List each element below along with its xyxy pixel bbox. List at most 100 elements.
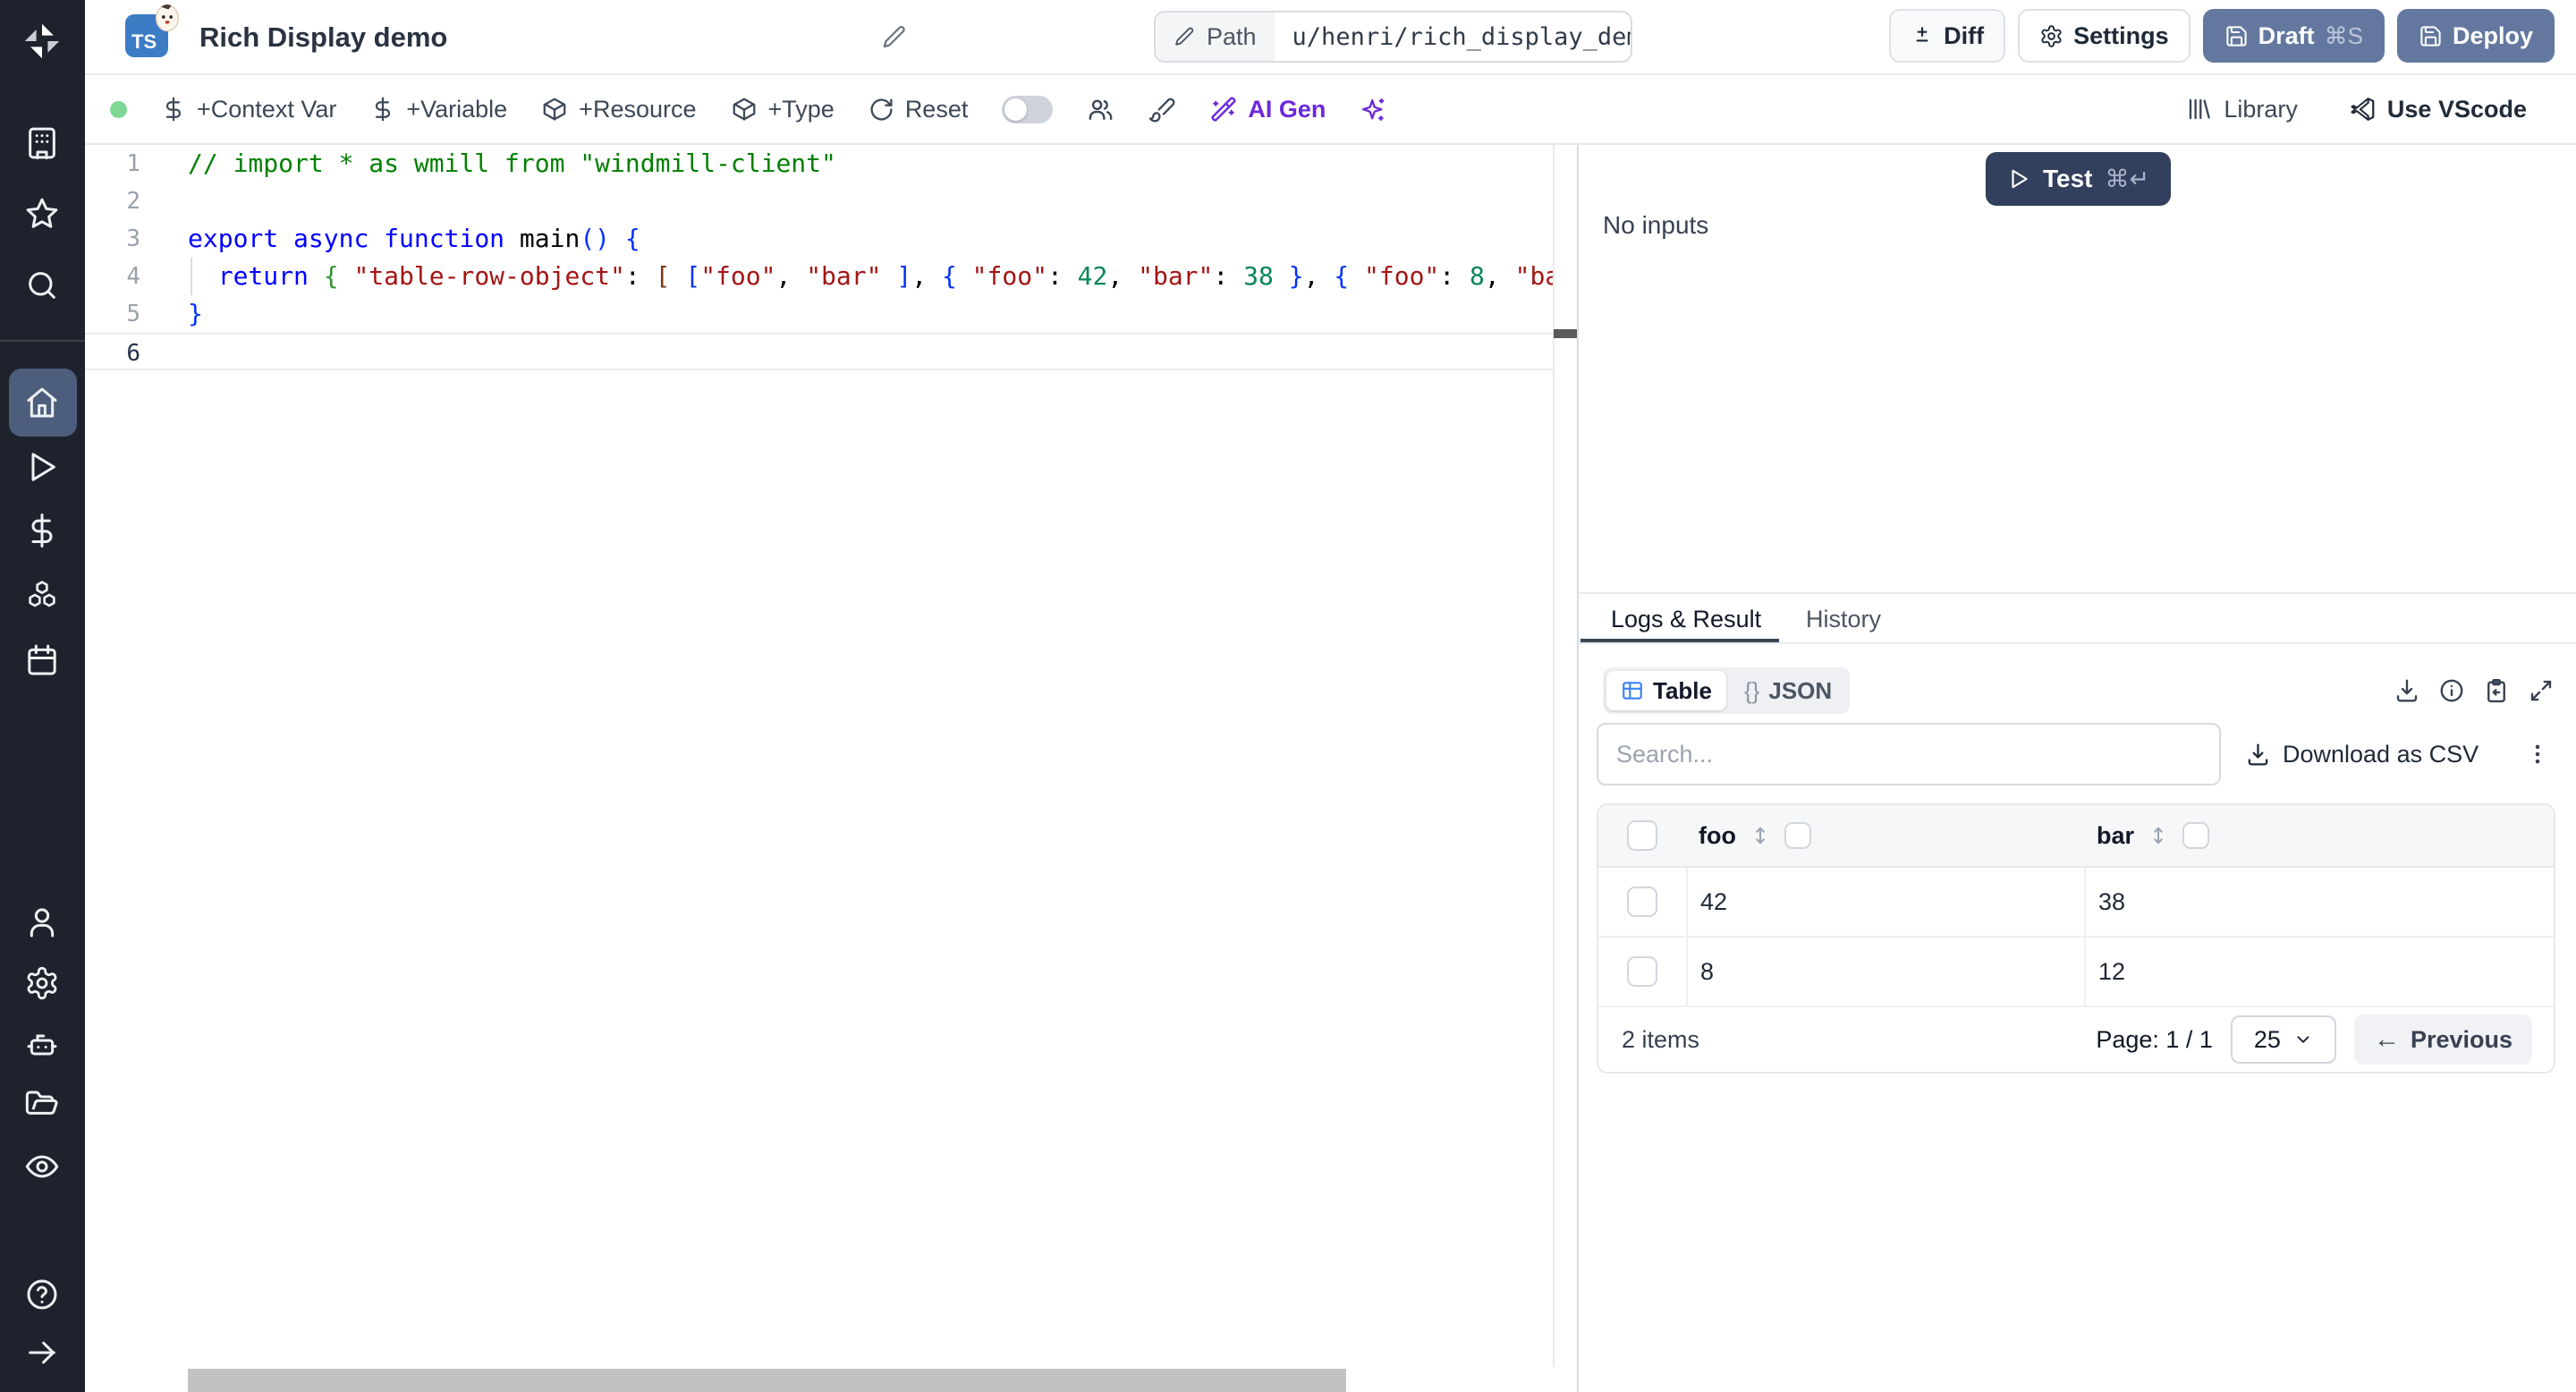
toggle-knob	[1004, 98, 1027, 121]
more-options-kebab[interactable]	[2524, 723, 2551, 785]
users-icon[interactable]	[1087, 96, 1114, 123]
column-header-foo[interactable]: foo	[1686, 805, 2084, 866]
sort-icon[interactable]	[2147, 824, 2170, 847]
column-header-bar[interactable]: bar	[2084, 805, 2554, 866]
view-toggle-table[interactable]: Table	[1606, 671, 1726, 710]
draft-shortcut: ⌘S	[2325, 22, 2363, 50]
user-icon[interactable]	[22, 903, 62, 942]
info-icon[interactable]	[2438, 677, 2465, 704]
row-checkbox[interactable]	[1627, 956, 1657, 987]
table-row: 4238	[1598, 868, 2554, 938]
use-vscode-button[interactable]: Use VScode	[2350, 96, 2527, 123]
deploy-button[interactable]: Deploy	[2397, 9, 2555, 63]
copy-clipboard-icon[interactable]	[2483, 677, 2510, 704]
vscode-icon	[2350, 96, 2377, 123]
sparkles-icon[interactable]	[1360, 96, 1387, 123]
code-line[interactable]: 4 return { "table-row-object": [ ["foo",…	[85, 258, 1553, 295]
settings-gear-icon[interactable]	[22, 963, 62, 1003]
sidebar	[0, 0, 85, 1392]
line-number: 2	[85, 182, 140, 220]
diff-button[interactable]: Diff	[1889, 9, 2005, 63]
settings-button[interactable]: Settings	[2018, 9, 2190, 63]
horizontal-scrollbar[interactable]	[188, 1369, 1346, 1392]
overview-cursor-mark	[1554, 329, 1577, 338]
previous-page-button[interactable]: ← Previous	[2354, 1014, 2532, 1065]
format-brush-icon[interactable]	[1148, 96, 1176, 123]
add-context-var-button[interactable]: +Context Var	[161, 96, 336, 123]
page-title: Rich Display demo	[199, 0, 447, 75]
path-pencil-icon	[1174, 26, 1196, 48]
help-icon[interactable]	[22, 1275, 62, 1314]
audit-eye-icon[interactable]	[22, 1147, 62, 1186]
column-visibility-checkbox[interactable]	[2182, 822, 2209, 849]
library-icon	[2186, 96, 2213, 123]
code-line[interactable]: 3export async function main() {	[85, 220, 1553, 258]
typescript-badge-label: TS	[131, 30, 157, 54]
edit-title-pencil-icon[interactable]	[881, 24, 908, 51]
code-line[interactable]: 2	[85, 182, 1553, 220]
page-size-select[interactable]: 25	[2231, 1015, 2336, 1064]
code-editor[interactable]: 1// import * as wmill from "windmill-cli…	[85, 145, 1577, 1392]
download-icon[interactable]	[2394, 677, 2420, 704]
view-toggle-json[interactable]: {} JSON	[1730, 671, 1846, 710]
code-text: // import * as wmill from "windmill-clie…	[188, 145, 836, 182]
view-toggle: Table {} JSON	[1603, 667, 1850, 714]
items-count: 2 items	[1622, 1026, 1699, 1054]
reset-button[interactable]: Reset	[869, 96, 969, 123]
path-value[interactable]: u/henri/rich_display_demo	[1275, 13, 1632, 61]
search-icon[interactable]	[22, 266, 62, 305]
diff-icon	[1911, 24, 1934, 47]
schedules-calendar-icon[interactable]	[22, 641, 62, 680]
path-control[interactable]: Path u/henri/rich_display_demo	[1154, 11, 1632, 63]
tabs-bottom-border	[1579, 642, 2576, 644]
cell-foo: 42	[1686, 868, 2084, 936]
expand-icon[interactable]	[2528, 677, 2555, 704]
windmill-logo-icon[interactable]	[22, 21, 62, 61]
sort-icon[interactable]	[1749, 824, 1772, 847]
code-text: }	[188, 295, 203, 333]
toolbar-right: Library Use VScode	[2186, 75, 2527, 143]
resources-cubes-icon[interactable]	[22, 576, 62, 615]
line-number: 5	[85, 295, 140, 333]
save-icon	[2224, 24, 2249, 48]
runs-play-icon[interactable]	[22, 447, 62, 487]
windmill-script-editor: TS Rich Display demo Path u/henri/rich_d…	[0, 0, 2576, 1392]
code-line[interactable]: 6	[85, 333, 1553, 370]
arrow-left-icon: ←	[2374, 1025, 2400, 1055]
add-resource-label: +Resource	[579, 96, 696, 123]
workspace-icon[interactable]	[22, 123, 62, 163]
library-label: Library	[2224, 96, 2298, 123]
settings-label: Settings	[2073, 22, 2169, 50]
deploy-label: Deploy	[2453, 22, 2533, 50]
search-input[interactable]	[1597, 723, 2221, 785]
code-text: return { "table-row-object": [ ["foo", "…	[188, 258, 1553, 295]
code-line[interactable]: 5}	[85, 295, 1553, 333]
row-checkbox[interactable]	[1627, 887, 1657, 917]
download-csv-button[interactable]: Download as CSV	[2245, 723, 2479, 785]
dollar-icon	[370, 97, 395, 122]
column-visibility-checkbox[interactable]	[1784, 822, 1811, 849]
collapse-arrow-icon[interactable]	[22, 1333, 62, 1372]
draft-button[interactable]: Draft ⌘S	[2203, 9, 2385, 63]
package-icon	[731, 96, 758, 123]
draft-label: Draft	[2258, 22, 2315, 50]
folders-icon[interactable]	[22, 1086, 62, 1125]
add-resource-button[interactable]: +Resource	[541, 96, 696, 123]
multiplayer-toggle[interactable]	[1002, 96, 1053, 123]
home-icon[interactable]	[22, 383, 62, 422]
test-button[interactable]: Test ⌘↵	[1986, 152, 2171, 206]
select-all-checkbox[interactable]	[1627, 820, 1657, 851]
add-type-button[interactable]: +Type	[731, 96, 835, 123]
ai-gen-button[interactable]: AI Gen	[1210, 96, 1326, 123]
tab-logs-result[interactable]: Logs & Result	[1611, 594, 1761, 644]
favorites-star-icon[interactable]	[22, 194, 62, 233]
path-label: Path	[1207, 23, 1257, 51]
line-number: 6	[85, 335, 140, 369]
add-variable-button[interactable]: +Variable	[370, 96, 507, 123]
variables-dollar-icon[interactable]	[22, 511, 62, 550]
code-line[interactable]: 1// import * as wmill from "windmill-cli…	[85, 145, 1553, 182]
tab-history[interactable]: History	[1806, 594, 1881, 644]
library-button[interactable]: Library	[2186, 96, 2298, 123]
diff-label: Diff	[1944, 22, 1984, 50]
workers-robot-icon[interactable]	[22, 1025, 62, 1065]
